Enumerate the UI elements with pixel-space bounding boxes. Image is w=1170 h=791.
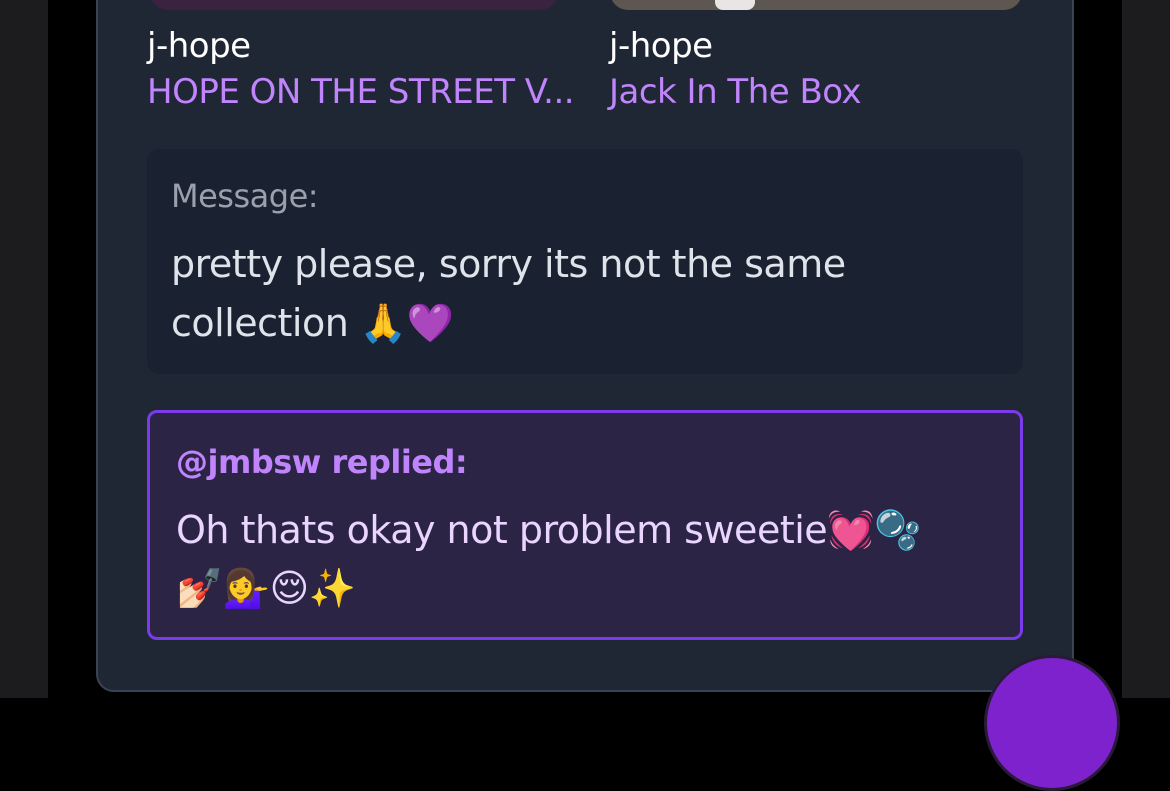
right-gutter [1122,0,1170,698]
reply-text: Oh thats okay not problem sweetie💓🫧 💅🏻💁‍… [176,508,921,610]
reply-box: @jmbsw replied: Oh thats okay not proble… [147,410,1023,640]
message-text: pretty please, sorry its not the same co… [171,242,846,345]
track-1-artist: j-hope [147,26,251,66]
message-box: Message: pretty please, sorry its not th… [147,149,1023,374]
message-label: Message: [171,177,319,215]
reply-label[interactable]: @jmbsw replied: [176,443,468,481]
left-gutter [0,0,48,698]
album-art-2-detail [715,0,755,10]
album-art-1[interactable] [150,0,558,10]
track-2-artist: j-hope [609,26,713,66]
track-2-title[interactable]: Jack In The Box [609,72,862,112]
floating-action-button[interactable] [984,655,1120,791]
album-art-2[interactable] [610,0,1022,10]
track-1-title[interactable]: HOPE ON THE STREET V... [147,72,575,112]
